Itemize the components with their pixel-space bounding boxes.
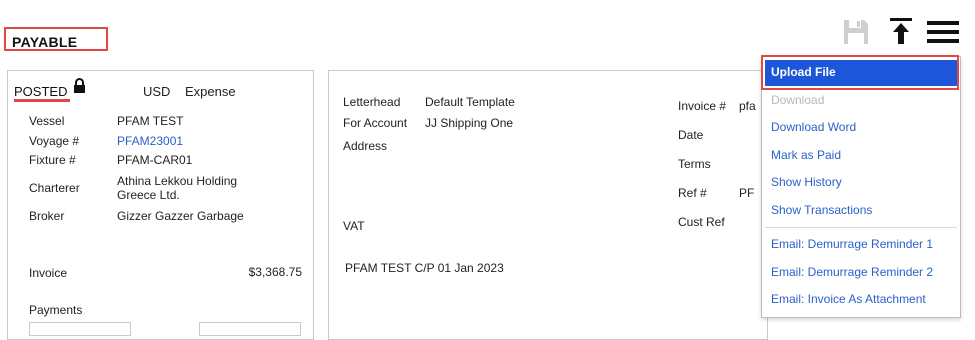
status-underline <box>14 99 70 102</box>
invoice-description: PFAM TEST C/P 01 Jan 2023 <box>345 261 504 275</box>
menu-item-email-demurrage-reminder-2[interactable]: Email: Demurrage Reminder 2 <box>771 265 933 279</box>
ref-value: PF <box>739 186 755 200</box>
menu-item-download-word[interactable]: Download Word <box>771 120 856 134</box>
menu-item-show-transactions[interactable]: Show Transactions <box>771 203 872 217</box>
upload-icon[interactable] <box>888 16 914 46</box>
save-icon[interactable] <box>842 18 870 46</box>
menu-item-mark-as-paid[interactable]: Mark as Paid <box>771 148 841 162</box>
payments-label: Payments <box>29 303 83 317</box>
invoice-number-value: pfa <box>739 99 756 113</box>
menu-item-upload-file[interactable]: Upload File <box>771 65 836 79</box>
invoice-label: Invoice <box>29 266 68 280</box>
vessel-value: PFAM TEST <box>117 114 184 128</box>
voyage-link[interactable]: PFAM23001 <box>117 134 183 148</box>
menu-item-email-invoice-attachment[interactable]: Email: Invoice As Attachment <box>771 292 926 306</box>
charterer-label: Charterer <box>29 181 80 195</box>
menu-item-show-history[interactable]: Show History <box>771 175 842 189</box>
date-label: Date <box>678 128 704 142</box>
currency-label: USD <box>143 84 171 99</box>
invoice-number-label: Invoice # <box>678 99 727 113</box>
broker-label: Broker <box>29 209 65 223</box>
letterhead-value: Default Template <box>425 95 515 109</box>
charterer-value-line2: Greece Ltd. <box>117 188 180 202</box>
vat-label: VAT <box>343 219 365 233</box>
menu-divider <box>765 227 957 228</box>
letterhead-label: Letterhead <box>343 95 401 109</box>
terms-label: Terms <box>678 157 711 171</box>
lock-icon <box>73 78 86 93</box>
address-label: Address <box>343 139 388 153</box>
summary-panel <box>7 70 314 340</box>
for-account-label: For Account <box>343 116 408 130</box>
cust-ref-label: Cust Ref <box>678 215 725 229</box>
voyage-label: Voyage # <box>29 134 80 148</box>
broker-value: Gizzer Gazzer Garbage <box>117 209 244 223</box>
status-label: POSTED <box>14 84 68 99</box>
payments-field-2[interactable] <box>199 322 301 336</box>
invoice-amount: $3,368.75 <box>248 265 302 279</box>
expense-type-label: Expense <box>185 84 236 99</box>
menu-item-download[interactable]: Download <box>771 93 824 107</box>
hamburger-menu-icon[interactable] <box>926 18 960 46</box>
fixture-value: PFAM-CAR01 <box>117 153 193 167</box>
for-account-value: JJ Shipping One <box>425 116 514 130</box>
charterer-value-line1: Athina Lekkou Holding <box>117 174 238 188</box>
ref-label: Ref # <box>678 186 707 200</box>
vessel-label: Vessel <box>29 114 65 128</box>
fixture-label: Fixture # <box>29 153 76 167</box>
payments-field-1[interactable] <box>29 322 131 336</box>
menu-item-email-demurrage-reminder-1[interactable]: Email: Demurrage Reminder 1 <box>771 237 933 251</box>
page-title: PAYABLE <box>12 34 78 50</box>
